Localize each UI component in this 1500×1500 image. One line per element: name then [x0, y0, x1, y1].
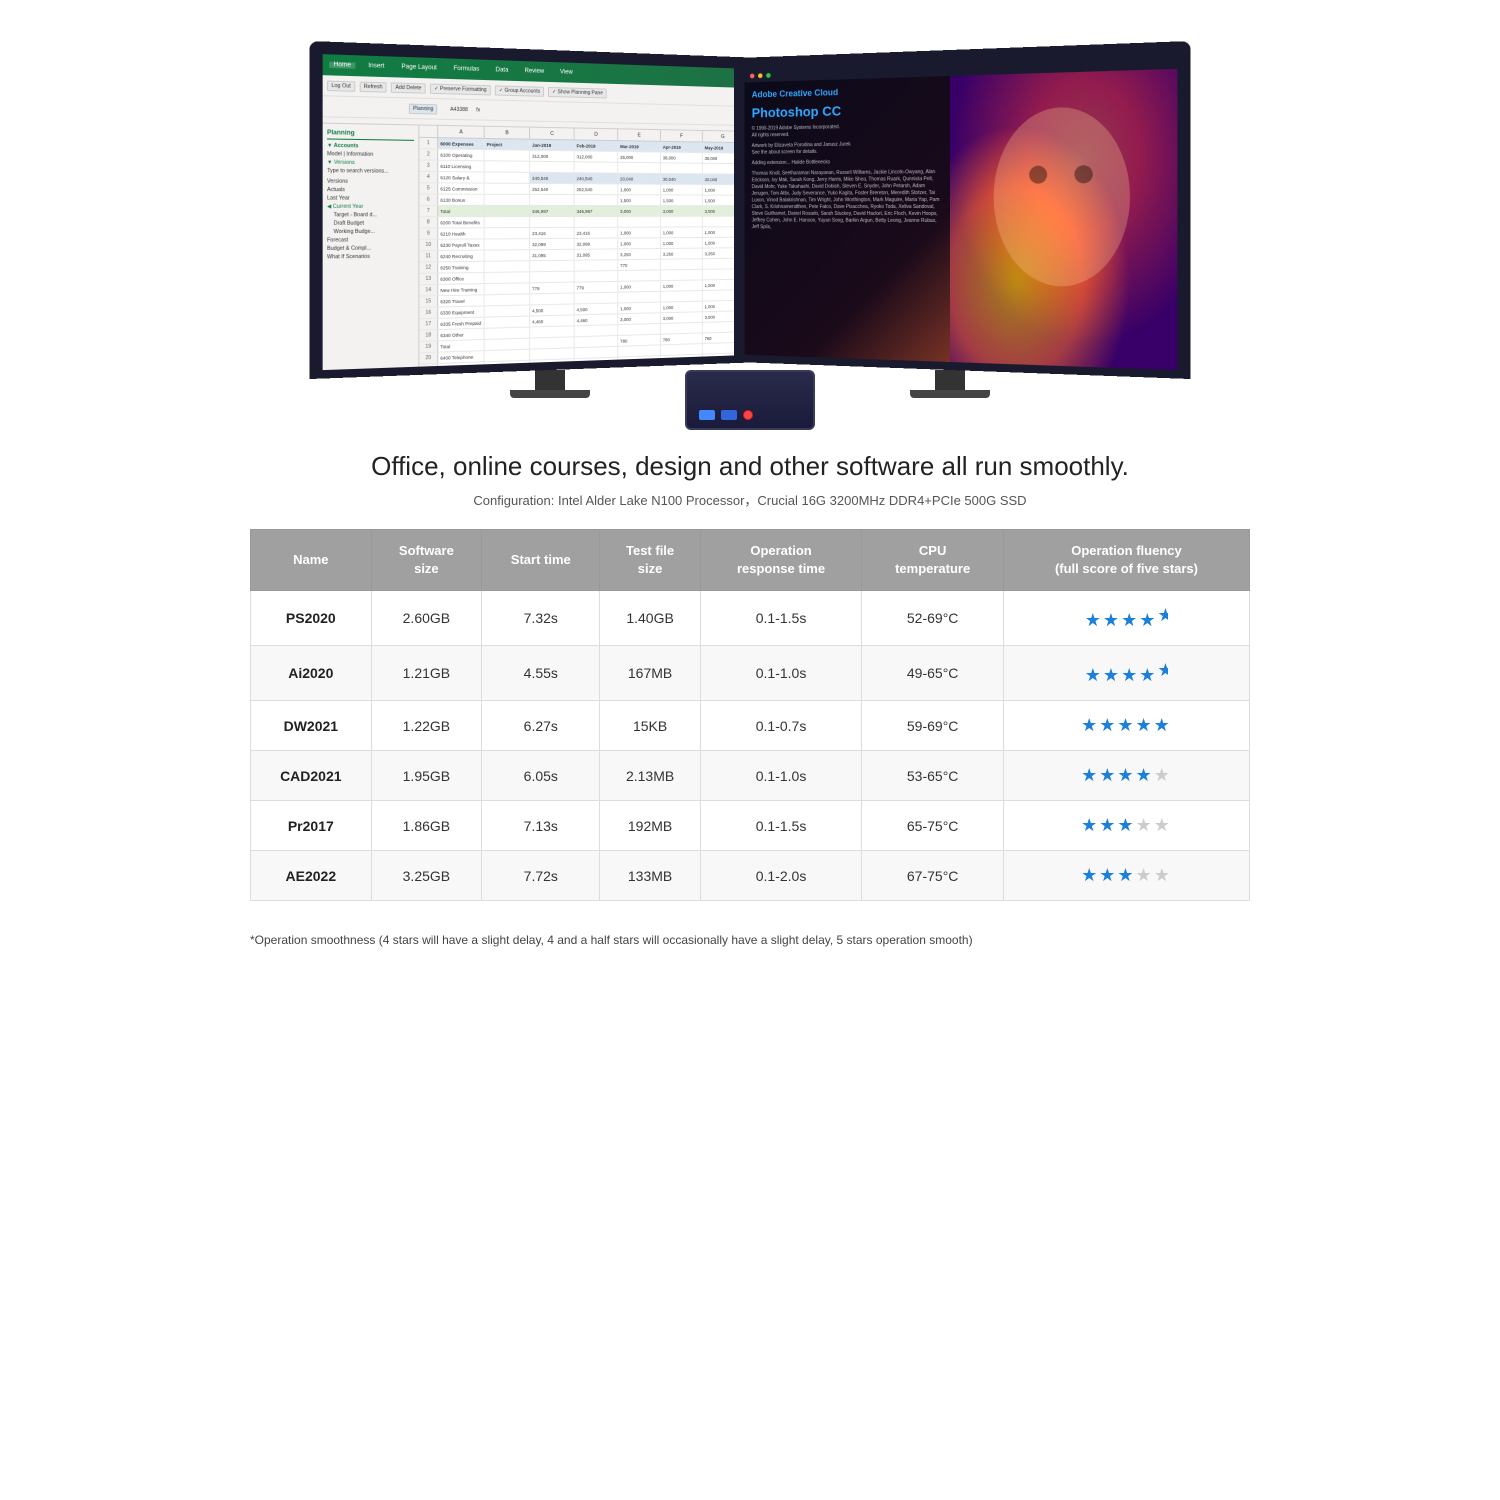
cell-test-file-size: 192MB [600, 801, 700, 851]
main-headline: Office, online courses, design and other… [250, 450, 1250, 484]
cell-operation-response-time: 0.1-0.7s [700, 701, 862, 751]
col-header-operation-fluency: Operation fluency(full score of five sta… [1003, 529, 1249, 590]
cell-stars: ★★★★★ [1003, 851, 1249, 901]
cell-start-time: 7.72s [482, 851, 600, 901]
cell-start-time: 7.13s [482, 801, 600, 851]
cell-cpu-temperature: 53-65°C [862, 751, 1004, 801]
right-screen: Adobe Creative Cloud Photoshop CC © 1990… [734, 41, 1191, 379]
ps-names: Thomas Knoll, Seetharaman Narayanan, Rus… [752, 169, 942, 232]
cell-name: PS2020 [251, 591, 372, 646]
cell-name: AE2022 [251, 851, 372, 901]
cell-software-size: 1.22GB [371, 701, 482, 751]
footnote-text: *Operation smoothness (4 stars will have… [250, 933, 973, 947]
cell-start-time: 6.05s [482, 751, 600, 801]
cell-software-size: 1.95GB [371, 751, 482, 801]
cell-test-file-size: 133MB [600, 851, 700, 901]
cell-cpu-temperature: 49-65°C [862, 646, 1004, 701]
usb-port-1 [699, 410, 715, 420]
monitor-right-stand [935, 370, 965, 390]
footnote: *Operation smoothness (4 stars will have… [220, 921, 1280, 970]
cell-cpu-temperature: 59-69°C [862, 701, 1004, 751]
table-row: Pr2017 1.86GB 7.13s 192MB 0.1-1.5s 65-75… [251, 801, 1250, 851]
cell-operation-response-time: 0.1-1.5s [700, 591, 862, 646]
col-header-software-size: Softwaresize [371, 529, 482, 590]
mini-pc [685, 370, 815, 430]
cell-test-file-size: 15KB [600, 701, 700, 751]
ps-artwork: Artwork by Elizaveta Porodina and Janusz… [752, 140, 942, 156]
ps-app-title: Photoshop CC [752, 100, 942, 120]
cell-name: Ai2020 [251, 646, 372, 701]
monitor-left-base [510, 390, 590, 398]
cell-software-size: 1.86GB [371, 801, 482, 851]
cell-stars: ★★★★★ [1003, 701, 1249, 751]
cell-stars: ★★★★★ [1003, 751, 1249, 801]
power-button [743, 410, 753, 420]
performance-table-section: Name Softwaresize Start time Test filesi… [220, 519, 1280, 921]
cell-cpu-temperature: 52-69°C [862, 591, 1004, 646]
cell-start-time: 4.55s [482, 646, 600, 701]
ps-copyright: © 1990-2019 Adobe Systems Incorporated.A… [752, 122, 942, 139]
cell-software-size: 3.25GB [371, 851, 482, 901]
left-screen: Home Insert Page Layout Formulas Data Re… [309, 41, 766, 379]
table-row: CAD2021 1.95GB 6.05s 2.13MB 0.1-1.0s 53-… [251, 751, 1250, 801]
cell-test-file-size: 1.40GB [600, 591, 700, 646]
table-row: AE2022 3.25GB 7.72s 133MB 0.1-2.0s 67-75… [251, 851, 1250, 901]
monitor-right-base [910, 390, 990, 398]
cell-operation-response-time: 0.1-2.0s [700, 851, 862, 901]
cell-stars: ★★★★★ [1003, 591, 1249, 646]
col-header-test-file-size: Test filesize [600, 529, 700, 590]
col-header-cpu-temperature: CPUtemperature [862, 529, 1004, 590]
col-header-operation-response-time: Operationresponse time [700, 529, 862, 590]
config-text: Configuration: Intel Alder Lake N100 Pro… [250, 490, 1250, 509]
cell-operation-response-time: 0.1-1.0s [700, 751, 862, 801]
cell-cpu-temperature: 67-75°C [862, 851, 1004, 901]
col-header-start-time: Start time [482, 529, 600, 590]
cell-name: Pr2017 [251, 801, 372, 851]
cell-test-file-size: 2.13MB [600, 751, 700, 801]
col-header-name: Name [251, 529, 372, 590]
cell-software-size: 1.21GB [371, 646, 482, 701]
cell-test-file-size: 167MB [600, 646, 700, 701]
monitor-left-stand [535, 370, 565, 390]
cell-cpu-temperature: 65-75°C [862, 801, 1004, 851]
hero-section: Home Insert Page Layout Formulas Data Re… [220, 0, 1280, 430]
cell-stars: ★★★★★ [1003, 646, 1249, 701]
cell-start-time: 6.27s [482, 701, 600, 751]
performance-table: Name Softwaresize Start time Test filesi… [250, 529, 1250, 901]
ps-adding: Adding extension... Halide Bottlenecks [752, 158, 942, 167]
cell-software-size: 2.60GB [371, 591, 482, 646]
table-row: DW2021 1.22GB 6.27s 15KB 0.1-0.7s 59-69°… [251, 701, 1250, 751]
usb-port-2 [721, 410, 737, 420]
text-section: Office, online courses, design and other… [220, 430, 1280, 519]
cell-name: CAD2021 [251, 751, 372, 801]
cell-stars: ★★★★★ [1003, 801, 1249, 851]
ps-logo-text: Adobe Creative Cloud [752, 84, 942, 101]
cell-operation-response-time: 0.1-1.5s [700, 801, 862, 851]
table-row: Ai2020 1.21GB 4.55s 167MB 0.1-1.0s 49-65… [251, 646, 1250, 701]
ps-artwork-image [950, 69, 1177, 370]
cell-operation-response-time: 0.1-1.0s [700, 646, 862, 701]
cell-start-time: 7.32s [482, 591, 600, 646]
table-row: PS2020 2.60GB 7.32s 1.40GB 0.1-1.5s 52-6… [251, 591, 1250, 646]
cell-name: DW2021 [251, 701, 372, 751]
